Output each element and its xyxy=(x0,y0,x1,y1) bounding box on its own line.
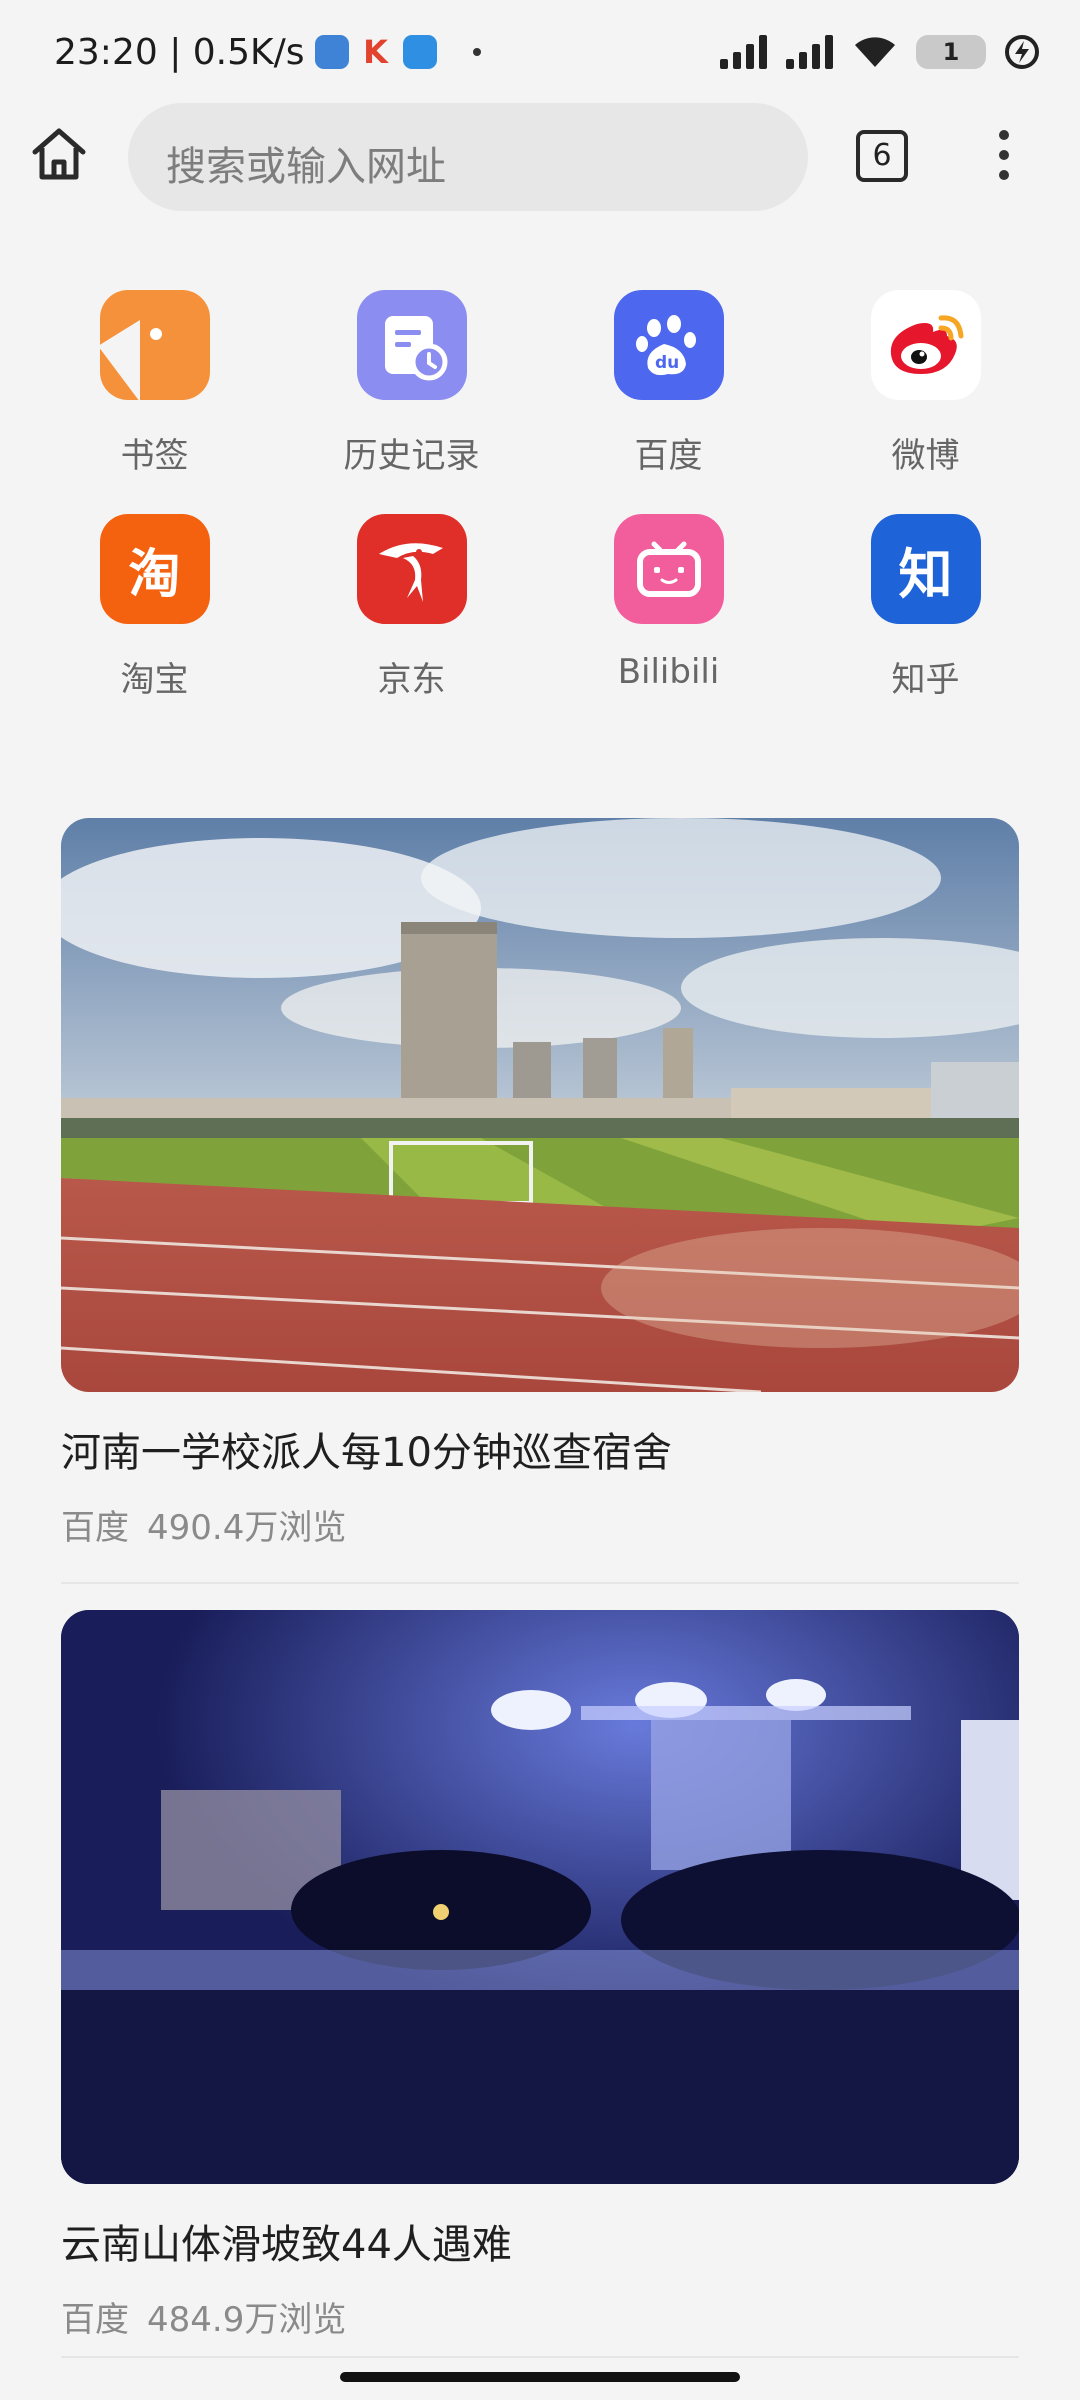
shortcut-weibo[interactable]: 微博 xyxy=(797,290,1054,476)
more-menu-button[interactable] xyxy=(992,130,1016,184)
weibo-icon xyxy=(870,290,981,400)
bilibili-tv-icon xyxy=(613,514,724,624)
shortcut-label: Bilibili xyxy=(617,652,720,692)
news-views: 484.9万浏览 xyxy=(147,2300,347,2340)
search-placeholder: 搜索或输入网址 xyxy=(166,144,446,190)
svg-text:du: du xyxy=(655,353,679,373)
bottom-divider xyxy=(61,2356,1019,2358)
shortcut-label: 淘宝 xyxy=(120,660,189,700)
home-indicator[interactable] xyxy=(340,2372,740,2382)
shortcut-label: 书签 xyxy=(120,436,189,476)
jd-icon xyxy=(356,514,467,624)
tabs-button[interactable]: 6 xyxy=(856,130,908,182)
shortcut-label: 历史记录 xyxy=(343,436,480,476)
baidu-paw-icon: du xyxy=(613,290,724,400)
news-card[interactable]: 河南一学校派人每10分钟巡查宿舍 百度 490.4万浏览 xyxy=(61,818,1019,1548)
news-meta: 百度 484.9万浏览 xyxy=(61,2292,1019,2340)
browser-toolbar: 搜索或输入网址 6 xyxy=(0,100,1080,215)
shortcut-baidu[interactable]: du 百度 xyxy=(540,290,797,476)
news-title[interactable]: 云南山体滑坡致44人遇难 xyxy=(61,2212,1019,2268)
history-icon xyxy=(356,290,467,400)
status-right: 1 xyxy=(720,30,1040,74)
battery-indicator: 1 xyxy=(916,35,986,69)
zhihu-icon: 知 xyxy=(870,514,981,624)
home-icon xyxy=(32,128,86,180)
shortcut-label: 知乎 xyxy=(891,660,960,700)
shortcut-bookmarks[interactable]: 书签 xyxy=(26,290,283,476)
feed-divider xyxy=(61,1582,1019,1584)
news-image-stadium[interactable] xyxy=(61,818,1019,1392)
shortcut-taobao[interactable]: 淘 淘宝 xyxy=(26,514,283,700)
signal-icon-2 xyxy=(786,35,833,69)
shortcut-label: 京东 xyxy=(377,660,446,700)
k-app-icon: K xyxy=(363,33,388,71)
shortcut-label: 百度 xyxy=(634,436,703,476)
shortcut-grid: 书签 历史记录 du 百度 微博 淘 淘宝 京东 Bilibili 知 知乎 xyxy=(26,290,1056,700)
news-meta: 百度 490.4万浏览 xyxy=(61,1500,1019,1548)
status-time: 23:20 | 0.5K/s xyxy=(54,31,305,73)
status-bar: 23:20 | 0.5K/s K 1 xyxy=(0,0,1080,100)
wifi-icon xyxy=(855,37,895,67)
bookmark-icon xyxy=(99,290,210,400)
shortcut-bilibili[interactable]: Bilibili xyxy=(540,514,797,696)
taobao-icon: 淘 xyxy=(99,514,210,624)
shortcut-label: 微博 xyxy=(891,436,960,476)
home-button[interactable] xyxy=(30,126,100,188)
signal-icon xyxy=(720,35,767,69)
menu-dot xyxy=(999,170,1009,180)
shortcut-history[interactable]: 历史记录 xyxy=(283,290,540,476)
shortcut-zhihu[interactable]: 知 知乎 xyxy=(797,514,1054,700)
cat-app-icon xyxy=(402,35,437,69)
news-source: 百度 xyxy=(61,1508,129,1548)
shortcut-jd[interactable]: 京东 xyxy=(283,514,540,700)
more-notifications-icon xyxy=(472,48,481,56)
news-views: 490.4万浏览 xyxy=(147,1508,347,1548)
status-left: 23:20 | 0.5K/s K xyxy=(54,28,481,76)
menu-dot xyxy=(999,130,1009,140)
menu-dot xyxy=(999,150,1009,160)
news-source: 百度 xyxy=(61,2300,129,2340)
search-input[interactable]: 搜索或输入网址 xyxy=(128,103,808,211)
charging-icon xyxy=(1005,35,1039,69)
news-image-landslide[interactable] xyxy=(61,1610,1019,2184)
news-title[interactable]: 河南一学校派人每10分钟巡查宿舍 xyxy=(61,1420,1019,1476)
app-notification-icon xyxy=(314,35,349,69)
news-card[interactable]: 云南山体滑坡致44人遇难 百度 484.9万浏览 xyxy=(61,1610,1019,2340)
